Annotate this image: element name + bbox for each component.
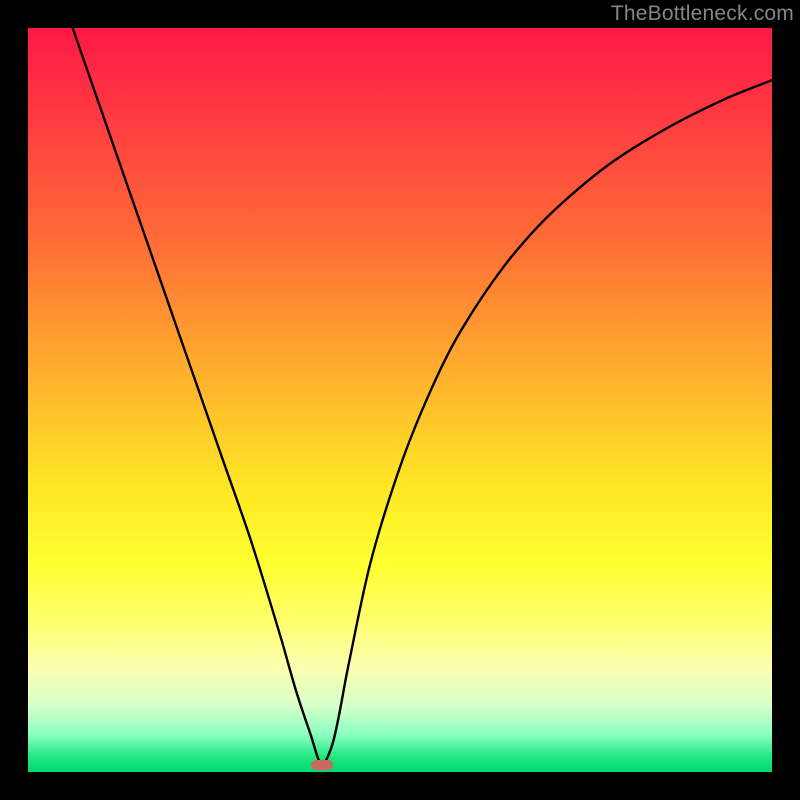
chart-plot-area xyxy=(28,28,772,772)
minimum-marker xyxy=(311,760,333,770)
curve-path xyxy=(73,28,772,765)
bottleneck-curve xyxy=(28,28,772,772)
chart-frame: TheBottleneck.com xyxy=(0,0,800,800)
watermark-text: TheBottleneck.com xyxy=(611,2,794,26)
